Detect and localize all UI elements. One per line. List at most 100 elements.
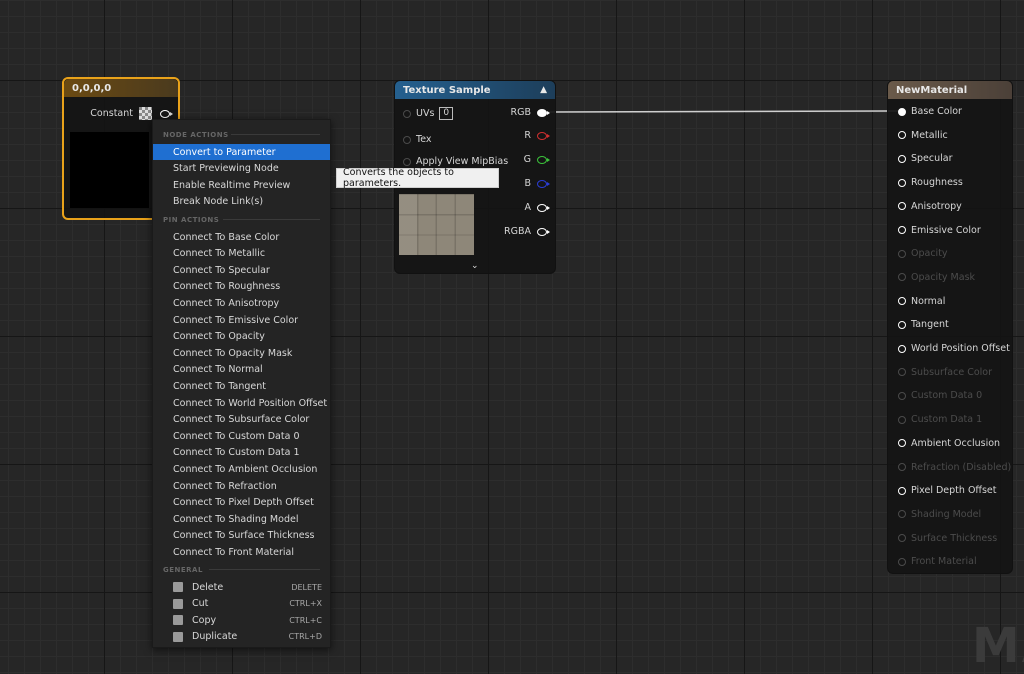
menu-item-label: Connect To Custom Data 1 — [173, 447, 300, 459]
pin-action-menu-item[interactable]: Connect To Metallic — [153, 246, 330, 262]
material-input-pin[interactable] — [898, 202, 906, 211]
menu-item-label: Connect To Refraction — [173, 480, 277, 492]
b-output-pin[interactable] — [537, 179, 550, 188]
menu-item-label: Break Node Link(s) — [173, 196, 264, 208]
material-pin-row: World Position Offset — [898, 343, 1010, 354]
mipbias-input-pin[interactable] — [403, 157, 411, 166]
menu-item-label: Delete — [192, 581, 224, 593]
constant-pin-label: Constant — [90, 108, 133, 119]
menu-item-label: Connect To Roughness — [173, 281, 281, 293]
pin-action-menu-item[interactable]: Connect To Opacity — [153, 329, 330, 345]
material-input-pin[interactable] — [898, 557, 906, 566]
g-output-pin[interactable] — [537, 155, 550, 164]
pin-action-menu-item[interactable]: Connect To Custom Data 1 — [153, 445, 330, 461]
material-pin-row: Custom Data 0 — [898, 390, 982, 401]
texture-output-rgb: RGB — [506, 107, 550, 118]
texture-output-r: R — [519, 130, 550, 141]
menu-item-label: Connect To Opacity Mask — [173, 347, 293, 359]
pin-action-menu-item[interactable]: Connect To Anisotropy — [153, 295, 330, 311]
material-input-pin[interactable] — [898, 415, 906, 424]
material-input-pin[interactable] — [898, 439, 906, 448]
pin-action-menu-item[interactable]: Connect To Custom Data 0 — [153, 428, 330, 444]
node-context-menu[interactable]: NODE ACTIONS Convert to Parameter Start P… — [152, 119, 331, 648]
delete-menu-item[interactable]: Delete DELETE — [153, 579, 330, 595]
material-pin-row: Specular — [898, 153, 953, 164]
duplicate-icon — [173, 631, 183, 642]
menu-item-label: Connect To Surface Thickness — [173, 530, 315, 542]
cut-menu-item[interactable]: Cut CTRL+X — [153, 596, 330, 612]
texture-output-g: G — [519, 154, 550, 165]
material-input-pin[interactable] — [898, 154, 906, 163]
constant-node-title: 0,0,0,0 — [72, 82, 112, 94]
pin-action-menu-item[interactable]: Connect To Base Color — [153, 229, 330, 245]
pin-action-menu-item[interactable]: Connect To Emissive Color — [153, 312, 330, 328]
material-input-pin[interactable] — [898, 344, 906, 353]
uvs-input-pin[interactable] — [403, 109, 411, 118]
texture-node-header[interactable]: Texture Sample ▲ — [395, 81, 555, 99]
constant-output-pin[interactable] — [160, 109, 173, 118]
pin-actions-header: PIN ACTIONS — [163, 216, 220, 224]
material-input-pin[interactable] — [898, 178, 906, 187]
menu-item-label: Connect To Opacity — [173, 331, 265, 343]
r-label: R — [524, 130, 531, 141]
pin-action-menu-item[interactable]: Connect To Tangent — [153, 378, 330, 394]
duplicate-menu-item[interactable]: Duplicate CTRL+D — [153, 629, 330, 645]
material-result-node[interactable]: NewMaterial Base Color Metallic Specular Ro… — [887, 80, 1013, 574]
material-node-header[interactable]: NewMaterial — [888, 81, 1012, 99]
menu-item-label: Connect To Front Material — [173, 546, 294, 558]
material-input-pin[interactable] — [898, 391, 906, 400]
material-input-pin[interactable] — [898, 368, 906, 377]
pin-action-menu-item[interactable]: Connect To Surface Thickness — [153, 528, 330, 544]
pin-action-menu-item[interactable]: Connect To Normal — [153, 362, 330, 378]
node-action-menu-item[interactable]: Enable Realtime Preview — [153, 177, 330, 193]
material-input-pin[interactable] — [898, 107, 906, 116]
material-pin-row: Custom Data 1 — [898, 414, 982, 425]
node-action-menu-item[interactable]: Start Previewing Node — [153, 161, 330, 177]
texture-input-uvs: UVs 0 — [403, 107, 454, 120]
pin-action-menu-item[interactable]: Connect To Ambient Occlusion — [153, 461, 330, 477]
material-input-pin[interactable] — [898, 297, 906, 306]
material-input-pin[interactable] — [898, 510, 906, 519]
material-pin-row: Ambient Occlusion — [898, 438, 1000, 449]
pin-action-menu-item[interactable]: Connect To Shading Model — [153, 511, 330, 527]
constant-node-header[interactable]: 0,0,0,0 — [64, 79, 178, 97]
pin-action-menu-item[interactable]: Connect To Specular — [153, 262, 330, 278]
rgb-label: RGB — [510, 107, 531, 118]
rgb-output-pin[interactable] — [537, 108, 550, 117]
menu-item-label: Connect To Tangent — [173, 380, 267, 392]
b-label: B — [524, 178, 531, 189]
copy-menu-item[interactable]: Copy CTRL+C — [153, 612, 330, 628]
rgba-output-pin[interactable] — [537, 227, 550, 236]
r-output-pin[interactable] — [537, 131, 550, 140]
menu-item-label: Connect To Anisotropy — [173, 297, 280, 309]
pin-action-menu-item[interactable]: Connect To World Position Offset — [153, 395, 330, 411]
texture-output-b: B — [519, 178, 550, 189]
material-input-pin[interactable] — [898, 273, 906, 282]
expand-chevron-icon[interactable]: ⌄ — [471, 261, 479, 271]
menu-item-label: Connect To Custom Data 0 — [173, 430, 300, 442]
pin-action-menu-item[interactable]: Connect To Subsurface Color — [153, 412, 330, 428]
material-input-pin[interactable] — [898, 486, 906, 495]
material-pin-label: Specular — [911, 153, 953, 165]
material-input-pin[interactable] — [898, 320, 906, 329]
uvs-value-field[interactable]: 0 — [439, 107, 454, 120]
pin-action-menu-item[interactable]: Connect To Opacity Mask — [153, 345, 330, 361]
material-input-pin[interactable] — [898, 534, 906, 543]
pin-action-menu-item[interactable]: Connect To Front Material — [153, 544, 330, 560]
material-pin-label: Ambient Occlusion — [911, 437, 1001, 449]
pin-action-menu-item[interactable]: Connect To Refraction — [153, 478, 330, 494]
material-input-pin[interactable] — [898, 249, 906, 258]
tex-input-pin[interactable] — [403, 135, 411, 144]
material-input-pin[interactable] — [898, 226, 906, 234]
material-pin-row: Normal — [898, 296, 945, 307]
menu-item-label: Connect To Shading Model — [173, 513, 299, 525]
material-input-pin[interactable] — [898, 131, 906, 140]
pin-action-menu-item[interactable]: Connect To Pixel Depth Offset — [153, 495, 330, 511]
node-action-menu-item[interactable]: Break Node Link(s) — [153, 194, 330, 210]
collapse-chevron-icon[interactable]: ▲ — [540, 85, 547, 95]
node-action-menu-item[interactable]: Convert to Parameter — [153, 144, 330, 160]
material-input-pin[interactable] — [898, 463, 906, 471]
pin-action-menu-item[interactable]: Connect To Roughness — [153, 279, 330, 295]
a-output-pin[interactable] — [537, 203, 550, 212]
menu-item-shortcut: CTRL+C — [289, 615, 322, 625]
